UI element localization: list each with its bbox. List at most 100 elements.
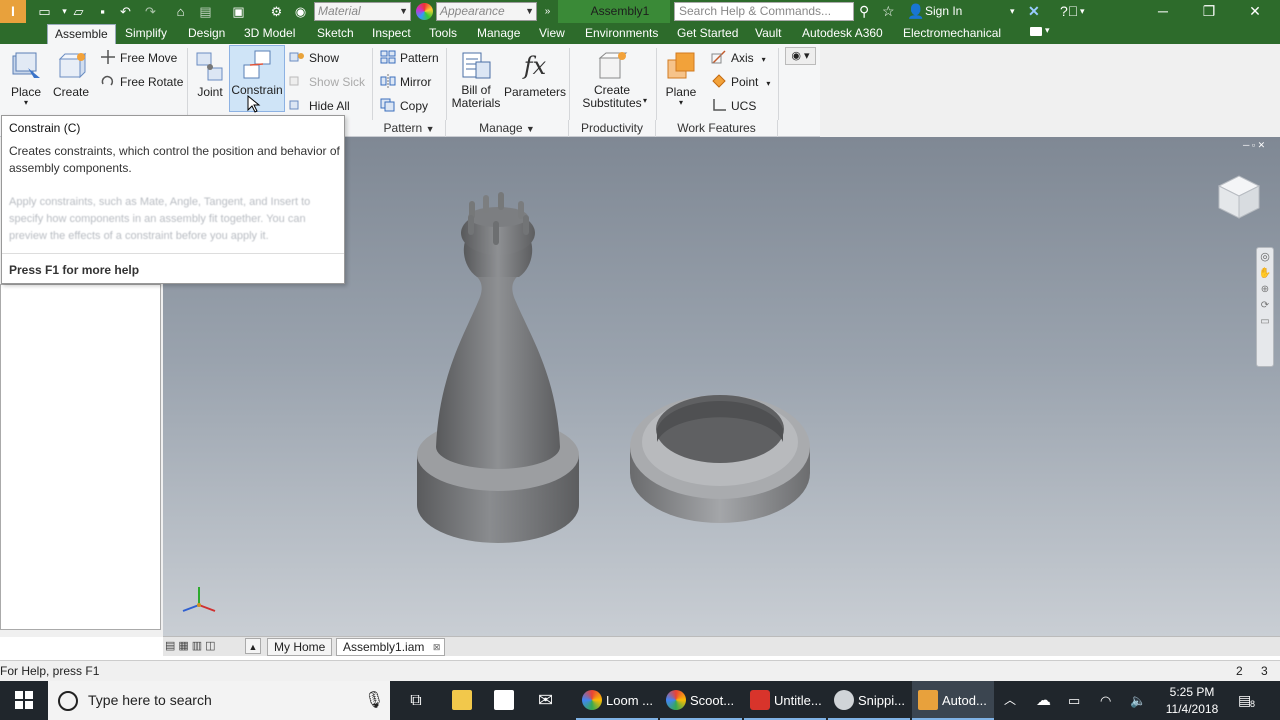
close-icon[interactable]: ✕ (1232, 2, 1278, 21)
undo-icon[interactable]: ↶ (117, 3, 134, 20)
tab-inspect[interactable]: Inspect (365, 24, 418, 44)
viewport-controls-icon[interactable]: ─ ▫ ✕ (1243, 140, 1265, 151)
panel-label-pattern[interactable]: Pattern ▼ (373, 120, 446, 137)
chess-piece-model[interactable] (417, 192, 579, 543)
ribbon-options-dropdown-icon[interactable]: ▾ (1045, 25, 1050, 36)
tab-vault[interactable]: Vault (748, 24, 788, 44)
taskbar-clock[interactable]: 5:25 PM 11/4/2018 (1160, 684, 1224, 718)
taskbar-app-untitled[interactable]: Untitle... (744, 681, 826, 720)
panel-label-manage[interactable]: Manage ▼ (446, 120, 569, 137)
point-button[interactable]: Point ▾ (711, 72, 770, 92)
steering-wheel-icon[interactable]: ◎ (1257, 248, 1273, 266)
tab-close-icon[interactable]: ⊠ (433, 639, 441, 656)
windows-start-icon[interactable] (14, 690, 34, 710)
free-move-button[interactable]: Free Move (100, 48, 177, 68)
ucs-button[interactable]: UCS (711, 96, 756, 116)
properties-icon[interactable]: ⚙ (268, 3, 285, 20)
view-cube[interactable] (1215, 172, 1261, 220)
show-button[interactable]: Show (289, 48, 339, 68)
copy-button[interactable]: Copy (380, 96, 428, 116)
tab-manage[interactable]: Manage (470, 24, 527, 44)
free-rotate-button[interactable]: Free Rotate (100, 72, 183, 92)
tab-autodesk-a360[interactable]: Autodesk A360 (795, 24, 890, 44)
volume-icon[interactable]: 🔈 (1130, 681, 1150, 720)
tab-design[interactable]: Design (181, 24, 232, 44)
tile-view-icons[interactable]: ▤▦▥◫ (165, 639, 249, 655)
notifications-icon[interactable]: ▤ 8 (1238, 681, 1260, 720)
help-dropdown-icon[interactable]: ▾ (1080, 3, 1085, 20)
save-icon[interactable]: ▪ (94, 3, 111, 20)
ribbon-options-icon[interactable] (1030, 27, 1042, 36)
tab-assembly1[interactable]: Assembly1.iam ⊠ (336, 638, 446, 656)
tab-view[interactable]: View (532, 24, 572, 44)
pattern-button[interactable]: Pattern (380, 48, 439, 68)
help-icon[interactable]: ?⃝ (1060, 3, 1078, 20)
axis-button[interactable]: Axis ▾ (711, 48, 766, 68)
zoom-icon[interactable]: ⊕ (1257, 282, 1273, 298)
onedrive-icon[interactable]: ☁ (1036, 681, 1056, 720)
create-button[interactable]: Create (52, 48, 90, 110)
taskbar-search-input[interactable]: Type here to search 🎙 (48, 681, 390, 720)
exchange-icon[interactable]: ✕ (1028, 3, 1040, 20)
taskbar-app-loom[interactable]: Loom ... (576, 681, 658, 720)
hide-all-button[interactable]: Hide All (289, 96, 350, 116)
battery-icon[interactable]: ▭ (1068, 681, 1088, 720)
tab-my-home[interactable]: My Home (267, 638, 333, 656)
orbit-icon[interactable]: ⟳ (1257, 298, 1273, 314)
place-button[interactable]: Place ▾ (6, 48, 46, 110)
minimize-icon[interactable]: ─ (1140, 2, 1186, 21)
tab-electromechanical[interactable]: Electromechanical (896, 24, 1008, 44)
plane-button[interactable]: Plane ▾ (662, 48, 700, 110)
binoculars-icon[interactable]: ⚲ (859, 3, 869, 20)
model-browser[interactable] (0, 284, 161, 630)
restore-icon[interactable]: ❐ (1186, 2, 1232, 21)
pan-icon[interactable]: ✋ (1257, 266, 1273, 282)
signin-dropdown-icon[interactable]: ▾ (1010, 3, 1015, 20)
taskbar-app-autodesk[interactable]: Autod... (912, 681, 994, 720)
redo-icon[interactable]: ↷ (142, 3, 159, 20)
create-substitutes-button[interactable]: Create Substitutes (578, 48, 646, 110)
ring-model[interactable] (630, 395, 810, 523)
joint-button[interactable]: Joint (192, 48, 228, 110)
bill-of-materials-button[interactable]: Bill of Materials (450, 48, 502, 110)
tab-get-started[interactable]: Get Started (670, 24, 745, 44)
plane-dropdown-icon[interactable]: ▾ (662, 99, 700, 107)
parameters-button[interactable]: fx Parameters (504, 48, 566, 110)
taskbar-app-snipping[interactable]: Snippi... (828, 681, 910, 720)
app-logo[interactable]: I (0, 0, 26, 23)
appearance-combo[interactable]: Appearance ▼ (436, 2, 537, 21)
select-icon[interactable]: ▣ (230, 3, 247, 20)
qat-expand-icon[interactable]: » (539, 3, 556, 20)
axis-dropdown-icon[interactable]: ▾ (762, 55, 766, 64)
taskbar-app-scoot[interactable]: Scoot... (660, 681, 742, 720)
measure-icon[interactable]: ▤ (197, 3, 214, 20)
star-icon[interactable]: ☆ (882, 3, 895, 20)
tab-environments[interactable]: Environments (578, 24, 665, 44)
tab-simplify[interactable]: Simplify (118, 24, 174, 44)
store-icon[interactable] (494, 681, 518, 720)
navigation-bar[interactable]: ◎ ✋ ⊕ ⟳ ▭ (1256, 247, 1274, 367)
microphone-icon[interactable]: 🎙 (364, 681, 384, 720)
open-icon[interactable]: ▱ (70, 3, 87, 20)
file-explorer-icon[interactable] (452, 681, 476, 720)
point-dropdown-icon[interactable]: ▾ (766, 79, 770, 88)
substitutes-dropdown-icon[interactable]: ▾ (643, 96, 647, 105)
color-icon[interactable]: ◉ (292, 3, 309, 20)
panel-options-dropdown[interactable]: ◉ ▾ (785, 47, 816, 65)
tab-3d-model[interactable]: 3D Model (237, 24, 302, 44)
place-dropdown-icon[interactable]: ▾ (6, 99, 46, 107)
show-hidden-icons[interactable]: ︿ (1004, 681, 1020, 720)
home-icon[interactable]: ⌂ (172, 3, 189, 20)
mail-icon[interactable]: ✉ (538, 681, 562, 720)
look-at-icon[interactable]: ▭ (1257, 314, 1273, 330)
tab-assemble[interactable]: Assemble (47, 24, 116, 44)
help-search-input[interactable]: Search Help & Commands... (674, 2, 854, 21)
mirror-button[interactable]: Mirror (380, 72, 431, 92)
new-icon[interactable]: ▭ (36, 3, 53, 20)
wifi-icon[interactable]: ◠ (1100, 681, 1120, 720)
material-combo[interactable]: Material ▼ (314, 2, 411, 21)
task-view-icon[interactable]: ⧉ (404, 681, 428, 720)
tab-tools[interactable]: Tools (422, 24, 464, 44)
sign-in-button[interactable]: Sign In (925, 4, 962, 18)
tab-list-icon[interactable]: ▲ (245, 638, 261, 654)
